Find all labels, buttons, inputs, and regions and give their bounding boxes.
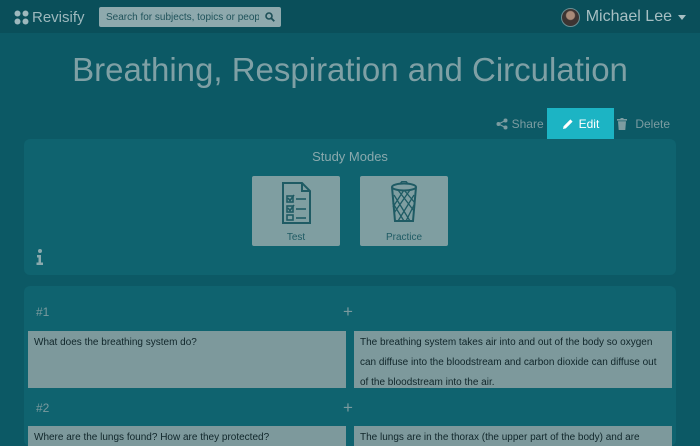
top-nav-bar: Revisify Michael Lee: [0, 0, 700, 33]
card-answer[interactable]: The lungs are in the thorax (the upper p…: [354, 426, 672, 446]
share-button[interactable]: Share: [496, 117, 544, 131]
card-number: #2: [36, 401, 50, 415]
practice-basket-icon: [391, 180, 417, 222]
card-answer[interactable]: The breathing system takes air into and …: [354, 331, 672, 388]
practice-mode-label: Practice: [385, 232, 423, 243]
flashcards-panel: #1 + What does the breathing system do? …: [24, 286, 676, 446]
study-modes-panel: Study Modes Test Practice: [24, 139, 676, 275]
subject-actions: Share Edit Delete: [496, 107, 670, 141]
delete-button[interactable]: Delete: [617, 117, 670, 131]
avatar: [560, 7, 580, 27]
brand-dots-icon: [14, 10, 29, 24]
edit-button[interactable]: Edit: [546, 108, 615, 140]
test-mode-label: Test: [286, 232, 306, 243]
brand-name: Revisify: [32, 8, 85, 26]
practice-mode-button[interactable]: Practice: [360, 176, 448, 246]
card-question[interactable]: Where are the lungs found? How are they …: [28, 426, 346, 446]
add-card-button[interactable]: +: [343, 399, 353, 416]
page-title: Breathing, Respiration and Circulation: [72, 51, 628, 88]
search-input[interactable]: [99, 7, 259, 27]
trash-icon: [617, 118, 628, 130]
brand-logo[interactable]: Revisify: [14, 7, 85, 27]
add-card-button[interactable]: +: [343, 303, 353, 320]
study-modes-title: Study Modes: [312, 149, 388, 164]
delete-label: Delete: [635, 117, 670, 131]
search-box: [99, 7, 281, 27]
share-label: Share: [511, 117, 544, 131]
card-number: #1: [36, 305, 50, 319]
edit-label: Edit: [578, 117, 600, 131]
search-icon[interactable]: [265, 12, 275, 22]
test-checklist-icon: [282, 182, 311, 224]
user-menu[interactable]: Michael Lee: [560, 7, 686, 27]
info-icon[interactable]: [36, 249, 44, 265]
card-question[interactable]: What does the breathing system do?: [28, 331, 346, 388]
share-icon: [496, 118, 508, 130]
user-name: Michael Lee: [585, 8, 672, 25]
pencil-icon: [562, 119, 573, 129]
chevron-down-icon: [678, 14, 686, 20]
test-mode-button[interactable]: Test: [252, 176, 340, 246]
